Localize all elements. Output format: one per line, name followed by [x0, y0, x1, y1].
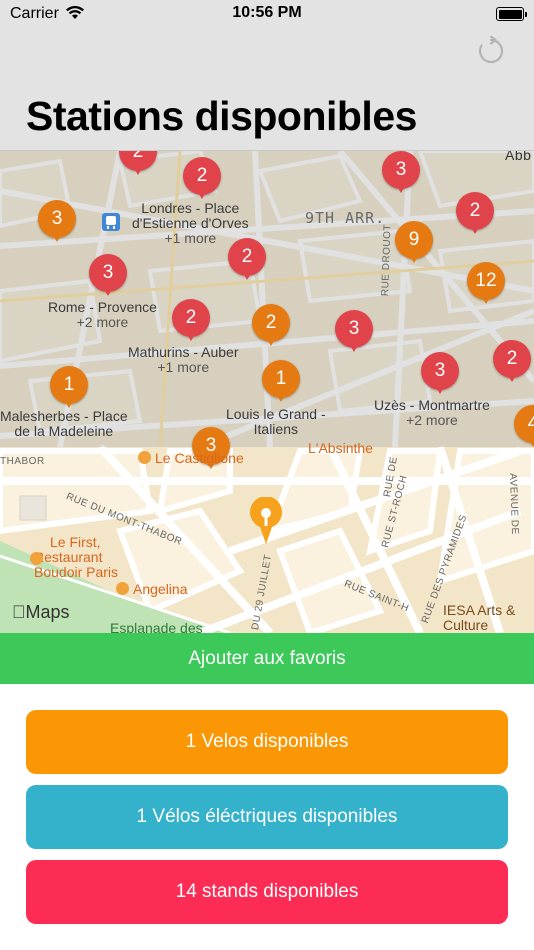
available-ebikes-button[interactable]: 1 Vélos éléctriques disponibles [26, 785, 508, 849]
station-label: Uzès - Montmartre +2 more [374, 398, 490, 428]
station-map[interactable]: 9TH ARR. Abb RUE DROUOT RUE DU MONT-THAB… [0, 151, 534, 633]
station-pin[interactable]: 1 [50, 366, 88, 412]
maps-attribution[interactable]: Maps [12, 602, 70, 623]
station-pin[interactable]: 2 [119, 151, 157, 179]
station-label: Mathurins - Auber +1 more [128, 345, 239, 375]
poi-esplanade[interactable]: Esplanade des [110, 621, 203, 634]
available-bikes-button[interactable]: 1 Velos disponibles [26, 710, 508, 774]
district-label: 9TH ARR. [305, 209, 386, 227]
poi-angelina[interactable]: Angelina [116, 582, 188, 597]
station-pin[interactable]: 3 [89, 254, 127, 300]
selected-location-pin[interactable] [248, 497, 284, 545]
add-to-favorites-button[interactable]: Ajouter aux favoris [0, 633, 534, 684]
poi-absinthe[interactable]: L'Absinthe [308, 441, 373, 456]
station-label-more: +1 more [157, 359, 210, 375]
station-pin[interactable]: 2 [228, 238, 266, 284]
station-pin[interactable]: 4 [514, 405, 534, 451]
station-label-name: Mathurins - Auber [128, 344, 239, 360]
station-label-name: Rome - Provence [48, 299, 157, 315]
apple-logo-icon:  [12, 602, 26, 622]
station-label-more: +2 more [406, 412, 458, 428]
station-pin[interactable]: 2 [493, 340, 531, 386]
station-label-more: +2 more [76, 314, 129, 330]
refresh-icon[interactable] [476, 36, 506, 66]
station-pin[interactable]: 9 [395, 221, 433, 267]
edge-label: Abb [505, 151, 532, 163]
page-title: Stations disponibles [26, 93, 417, 139]
station-pin[interactable]: 3 [382, 151, 420, 197]
station-label: Rome - Provence +2 more [48, 300, 157, 330]
station-label-name: Londres - Place d'Estienne d'Orves [132, 200, 249, 231]
station-pin[interactable]: 2 [183, 157, 221, 203]
street-label: AVENUE DE [507, 473, 521, 535]
station-pin[interactable]: 2 [456, 192, 494, 238]
navigation-header: Stations disponibles [0, 30, 534, 151]
station-pin[interactable]: 3 [335, 310, 373, 356]
station-pin[interactable]: 3 [38, 200, 76, 246]
poi-le-first[interactable]: Le First, Restaurant Boudoir Paris [30, 535, 118, 580]
station-pin[interactable]: 12 [467, 262, 505, 308]
restaurant-icon [30, 552, 43, 565]
station-pin[interactable]: 2 [252, 304, 290, 350]
poi-iesa[interactable]: IESA Arts & Culture [443, 603, 515, 633]
poi-castiglione[interactable]: Le Castiglione [138, 451, 244, 466]
screen: Carrier 10:56 PM Stations disponibles 9T… [0, 0, 534, 950]
station-pin[interactable]: 1 [262, 360, 300, 406]
station-label-name: Uzès - Montmartre [374, 397, 490, 413]
status-time: 10:56 PM [232, 4, 302, 21]
available-stands-button[interactable]: 14 stands disponibles [26, 860, 508, 924]
station-label-name: Louis le Grand - Italiens [226, 406, 326, 437]
station-label: Louis le Grand - Italiens [226, 407, 326, 437]
battery-icon [496, 7, 527, 21]
station-pin[interactable]: 3 [421, 352, 459, 398]
station-label-name: Malesherbes - Place de la Madeleine [0, 408, 128, 439]
station-label: Malesherbes - Place de la Madeleine [0, 409, 128, 439]
restaurant-icon [138, 451, 151, 464]
cafe-icon [116, 582, 129, 595]
station-pin[interactable]: 2 [172, 299, 210, 345]
metro-icon [102, 213, 120, 231]
status-bar: Carrier 10:56 PM [0, 0, 534, 30]
street-label: THABOR [0, 456, 45, 467]
